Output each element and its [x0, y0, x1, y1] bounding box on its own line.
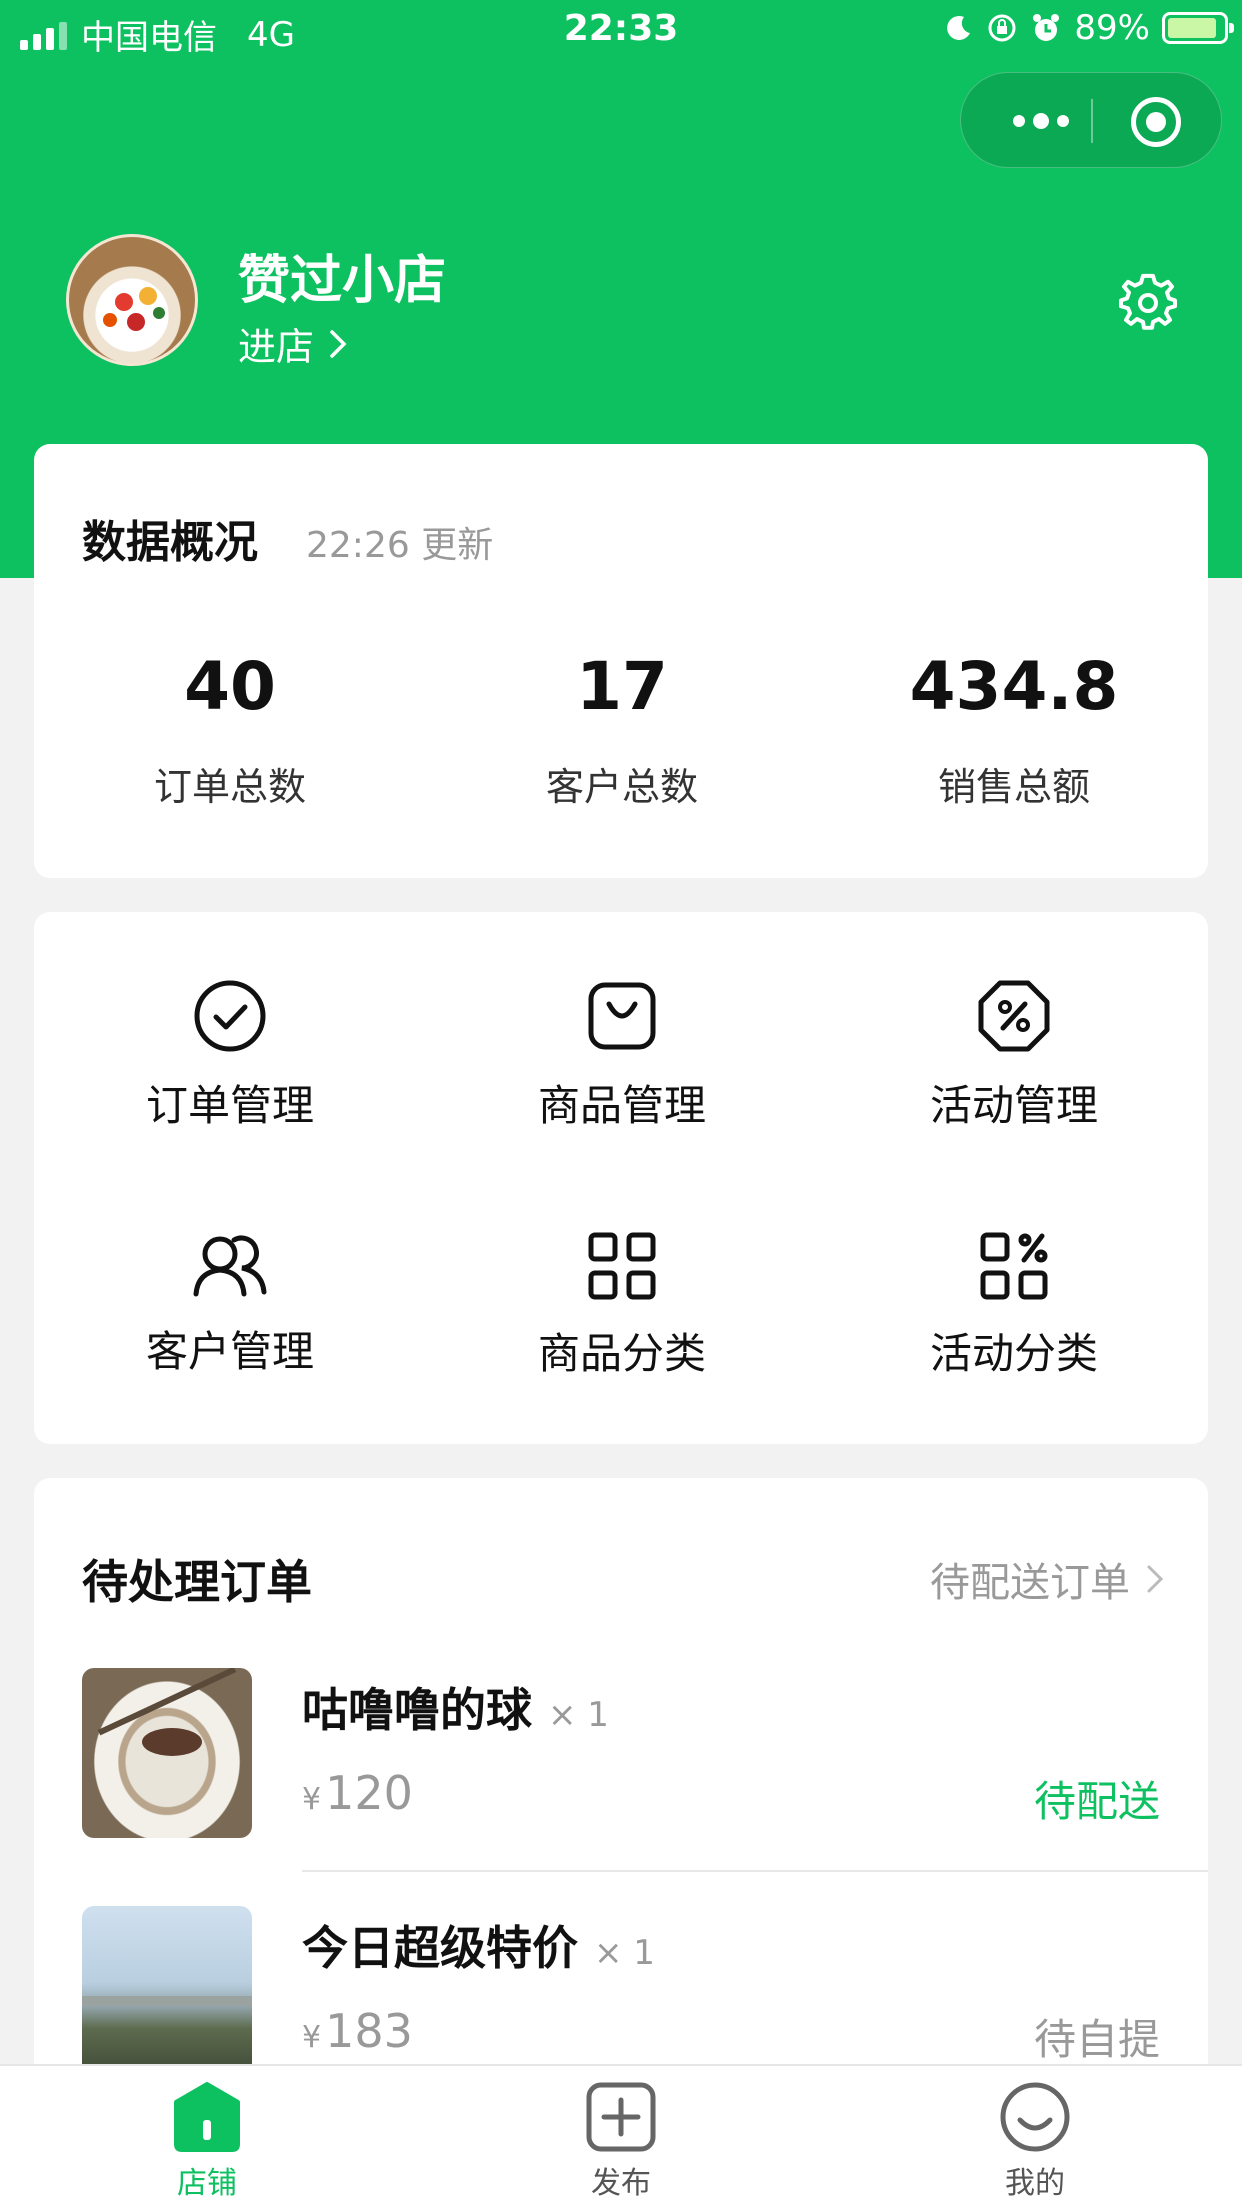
- order-thumbnail: [82, 1668, 252, 1838]
- menu-label: 商品分类: [537, 1329, 706, 1378]
- stat-orders[interactable]: 40 订单总数: [34, 654, 426, 811]
- close-miniprogram-icon[interactable]: [1131, 97, 1181, 147]
- order-product-title: 咕噜噜的球: [302, 1683, 532, 1737]
- stats-title: 数据概况: [82, 517, 258, 568]
- menu-label: 活动管理: [929, 1081, 1098, 1130]
- menu-label: 活动分类: [929, 1329, 1098, 1378]
- menu-product-category[interactable]: 商品分类: [426, 1230, 818, 1381]
- status-bar: 中国电信 4G 22:33 89%: [0, 0, 1242, 62]
- miniprogram-capsule: [960, 72, 1222, 168]
- rotation-lock-icon: [988, 14, 1016, 42]
- order-product-name: 今日超级特价 × 1: [302, 1912, 655, 1978]
- order-status: 待配送: [1033, 1777, 1160, 1826]
- menu-customer-management[interactable]: 客户管理: [34, 1230, 426, 1379]
- stat-label: 销售总额: [937, 765, 1090, 809]
- order-row[interactable]: 咕噜噜的球 × 1 ¥120 待配送: [34, 1668, 1208, 1908]
- stats-card: 数据概况 22:26 更新 40 订单总数 17 客户总数 434.8 销售总额: [34, 444, 1208, 878]
- battery-level: [1168, 18, 1217, 38]
- menu-activity-category[interactable]: 活动分类: [818, 1230, 1210, 1381]
- stat-sales[interactable]: 434.8 销售总额: [818, 654, 1210, 811]
- order-product-title: 今日超级特价: [302, 1921, 578, 1975]
- add-square-icon: [586, 2082, 656, 2152]
- management-menu-card: 订单管理 商品管理 活动管理 客户管理 商品分类 活动分类: [34, 912, 1208, 1444]
- menu-activity-management[interactable]: 活动管理: [818, 978, 1210, 1133]
- tab-publish[interactable]: 发布: [414, 2080, 828, 2202]
- currency-symbol: ¥: [302, 1782, 322, 1817]
- enter-shop-label: 进店: [238, 325, 315, 369]
- grid-icon: [588, 1232, 656, 1300]
- order-price: ¥120: [302, 1766, 413, 1820]
- order-quantity: × 1: [548, 1695, 609, 1735]
- stat-label: 订单总数: [153, 765, 306, 809]
- chevron-right-icon: [1147, 1565, 1164, 1593]
- menu-label: 商品管理: [537, 1081, 706, 1130]
- shopping-bag-icon: [588, 982, 656, 1050]
- alarm-icon: [1033, 14, 1060, 41]
- more-icon[interactable]: [1001, 103, 1081, 139]
- capsule-divider: [1091, 99, 1093, 143]
- order-status: 待自提: [1033, 2015, 1160, 2064]
- menu-order-management[interactable]: 订单管理: [34, 978, 426, 1133]
- tab-label: 店铺: [177, 2166, 237, 2201]
- tab-label: 发布: [591, 2166, 651, 2201]
- status-right: 89%: [944, 8, 1234, 48]
- discount-icon: [978, 980, 1050, 1052]
- shop-icon: [174, 2082, 240, 2152]
- check-circle-icon: [194, 980, 266, 1052]
- stat-value: 17: [576, 648, 668, 725]
- enter-shop-link[interactable]: 进店: [238, 316, 348, 371]
- smile-icon: [1000, 2082, 1070, 2152]
- stat-value: 40: [184, 648, 276, 725]
- pending-orders-title: 待处理订单: [82, 1555, 312, 1609]
- shop-name: 赞过小店: [238, 251, 447, 311]
- order-price-value: 120: [325, 1766, 413, 1820]
- stat-value: 434.8: [909, 648, 1119, 725]
- chevron-right-icon: [330, 329, 347, 358]
- pending-delivery-label: 待配送订单: [930, 1560, 1130, 1606]
- users-icon: [193, 1235, 267, 1297]
- battery-icon: [1162, 12, 1234, 44]
- order-price-value: 183: [325, 2004, 413, 2058]
- grid-percent-icon: [980, 1232, 1048, 1300]
- order-product-name: 咕噜噜的球 × 1: [302, 1674, 609, 1740]
- order-quantity: × 1: [594, 1933, 655, 1973]
- stats-updated-time: 22:26 更新: [306, 525, 494, 566]
- menu-product-management[interactable]: 商品管理: [426, 978, 818, 1133]
- menu-label: 客户管理: [145, 1327, 314, 1376]
- shop-avatar[interactable]: [66, 234, 198, 366]
- order-thumbnail: [82, 1906, 252, 2076]
- bottom-tab-bar: 店铺 发布 我的: [0, 2064, 1242, 2208]
- tab-label: 我的: [1005, 2166, 1065, 2201]
- moon-icon: [947, 15, 971, 40]
- tab-shop[interactable]: 店铺: [0, 2080, 414, 2202]
- order-divider: [302, 1870, 1208, 1872]
- stat-customers[interactable]: 17 客户总数: [426, 654, 818, 811]
- battery-percent: 89%: [1074, 8, 1150, 48]
- stat-label: 客户总数: [545, 765, 698, 809]
- order-price: ¥183: [302, 2004, 413, 2058]
- currency-symbol: ¥: [302, 2020, 322, 2055]
- settings-gear-icon[interactable]: [1118, 272, 1178, 332]
- pending-delivery-link[interactable]: 待配送订单: [930, 1550, 1164, 1608]
- tab-mine[interactable]: 我的: [828, 2080, 1242, 2202]
- menu-label: 订单管理: [145, 1081, 314, 1130]
